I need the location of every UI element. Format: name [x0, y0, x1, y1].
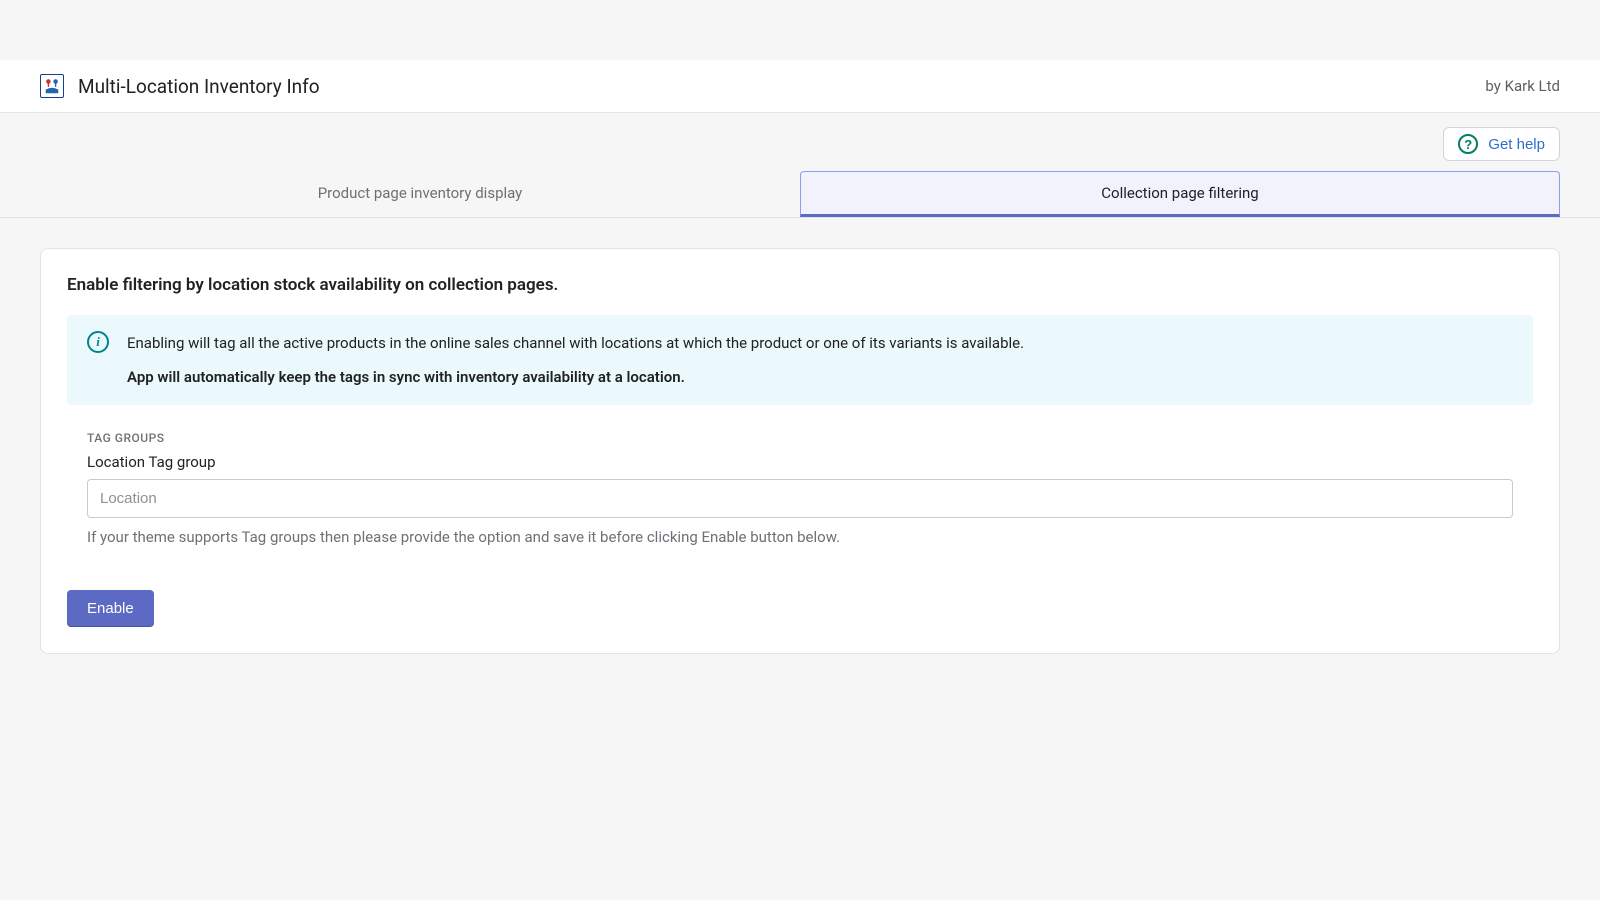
location-tag-group-label: Location Tag group [87, 453, 1513, 471]
banner-line-1: Enabling will tag all the active product… [127, 334, 1024, 352]
tag-groups-section-label: TAG GROUPS [87, 431, 1513, 445]
info-banner: i Enabling will tag all the active produ… [67, 315, 1533, 405]
settings-card: Enable filtering by location stock avail… [40, 248, 1560, 654]
tab-collection-page-filtering[interactable]: Collection page filtering [800, 171, 1560, 217]
topbar-left: Multi-Location Inventory Info [40, 74, 320, 98]
tabs: Product page inventory display Collectio… [0, 171, 1600, 218]
banner-text: Enabling will tag all the active product… [127, 331, 1024, 389]
location-pin-icon [43, 77, 61, 95]
field-help-text: If your theme supports Tag groups then p… [87, 528, 1513, 546]
get-help-label: Get help [1488, 136, 1545, 153]
header-actions: ? Get help [0, 113, 1600, 171]
app-byline: by Kark Ltd [1485, 77, 1560, 95]
location-tag-group-input[interactable] [87, 479, 1513, 518]
banner-line-2: App will automatically keep the tags in … [127, 365, 1024, 389]
card-heading: Enable filtering by location stock avail… [67, 275, 1533, 295]
app-topbar: Multi-Location Inventory Info by Kark Lt… [0, 60, 1600, 113]
enable-button[interactable]: Enable [67, 590, 154, 627]
app-logo-icon [40, 74, 64, 98]
get-help-button[interactable]: ? Get help [1443, 127, 1560, 161]
app-title: Multi-Location Inventory Info [78, 75, 320, 98]
tab-product-page-inventory[interactable]: Product page inventory display [40, 171, 800, 217]
info-circle-icon: i [87, 331, 109, 353]
question-circle-icon: ? [1458, 134, 1478, 154]
